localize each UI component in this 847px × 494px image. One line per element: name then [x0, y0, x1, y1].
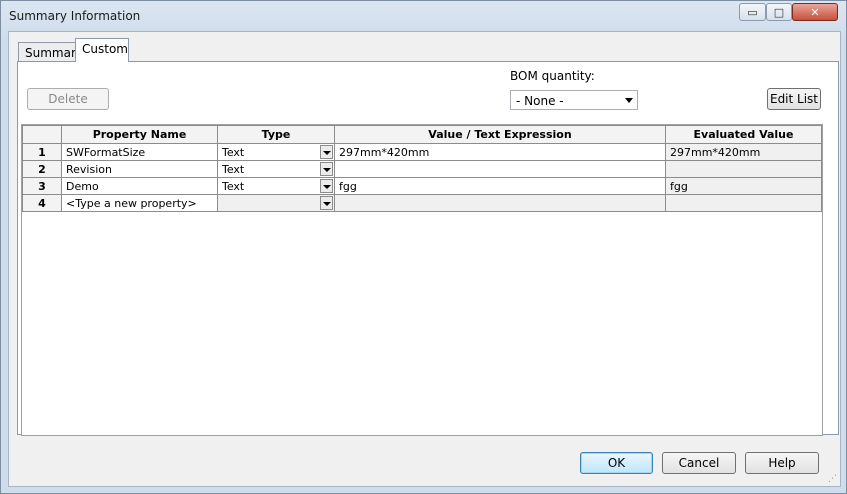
- properties-table: Property Name Type Value / Text Expressi…: [22, 125, 822, 212]
- bom-quantity-select[interactable]: - None -: [510, 90, 638, 110]
- type-cell[interactable]: Text: [217, 160, 335, 178]
- evaluated-value-cell: 297mm*420mm: [665, 143, 822, 161]
- property-name-cell[interactable]: Revision: [61, 160, 218, 178]
- type-dropdown-button[interactable]: [320, 145, 333, 159]
- row-number[interactable]: 4: [22, 194, 62, 212]
- type-cell[interactable]: Text: [217, 177, 335, 195]
- row-number[interactable]: 1: [22, 143, 62, 161]
- table-header-row: Property Name Type Value / Text Expressi…: [22, 125, 822, 144]
- type-dropdown-button[interactable]: [320, 196, 333, 210]
- column-header-evaluated-value: Evaluated Value: [665, 125, 822, 144]
- value-cell[interactable]: fgg: [334, 177, 666, 195]
- type-cell[interactable]: Text: [217, 143, 335, 161]
- cancel-button[interactable]: Cancel: [662, 452, 736, 474]
- type-value: Text: [222, 179, 245, 193]
- title-bar[interactable]: Summary Information ▭ □ ✕: [1, 1, 846, 29]
- evaluated-value-cell: [665, 160, 822, 178]
- evaluated-value-cell: fgg: [665, 177, 822, 195]
- type-value: Text: [222, 145, 245, 159]
- value-cell[interactable]: 297mm*420mm: [334, 143, 666, 161]
- column-header-row-number: [22, 125, 62, 144]
- table-row: 1 SWFormatSize Text 297mm*420mm 297mm*42…: [22, 143, 822, 161]
- tab-custom[interactable]: Custom: [75, 38, 129, 62]
- dialog-client-area: Summary Custom Delete BOM quantity: - No…: [8, 31, 841, 487]
- edit-list-button[interactable]: Edit List: [767, 88, 821, 110]
- table-row: 2 Revision Text: [22, 160, 822, 178]
- custom-tab-panel: Delete BOM quantity: - None - Edit List …: [17, 61, 839, 436]
- delete-button[interactable]: Delete: [27, 88, 109, 110]
- new-property-cell[interactable]: <Type a new property>: [61, 194, 218, 212]
- property-name-cell[interactable]: SWFormatSize: [61, 143, 218, 161]
- row-number[interactable]: 3: [22, 177, 62, 195]
- value-cell[interactable]: [334, 160, 666, 178]
- summary-information-dialog: Summary Information ▭ □ ✕ Summary Custom…: [0, 0, 847, 494]
- help-button[interactable]: Help: [745, 452, 819, 474]
- minimize-icon: ▭: [747, 5, 758, 19]
- row-number[interactable]: 2: [22, 160, 62, 178]
- close-icon: ✕: [810, 5, 820, 19]
- maximize-button[interactable]: □: [766, 3, 792, 21]
- ok-button[interactable]: OK: [580, 452, 653, 474]
- chevron-down-icon: [625, 98, 633, 103]
- column-header-value: Value / Text Expression: [334, 125, 666, 144]
- type-cell[interactable]: [217, 194, 335, 212]
- column-header-type: Type: [217, 125, 335, 144]
- column-header-property-name: Property Name: [61, 125, 218, 144]
- type-value: Text: [222, 162, 245, 176]
- evaluated-value-cell: [665, 194, 822, 212]
- type-dropdown-button[interactable]: [320, 162, 333, 176]
- custom-properties-grid: Property Name Type Value / Text Expressi…: [21, 124, 823, 436]
- maximize-icon: □: [773, 5, 785, 19]
- property-name-cell[interactable]: Demo: [61, 177, 218, 195]
- tab-summary[interactable]: Summary: [18, 42, 83, 62]
- bom-quantity-value: - None -: [516, 94, 564, 108]
- table-row: 3 Demo Text fgg fgg: [22, 177, 822, 195]
- window-title: Summary Information: [9, 9, 141, 23]
- bom-quantity-label: BOM quantity:: [510, 69, 595, 83]
- table-row: 4 <Type a new property>: [22, 194, 822, 212]
- resize-grip-icon[interactable]: ⋰: [828, 474, 838, 484]
- type-dropdown-button[interactable]: [320, 179, 333, 193]
- close-button[interactable]: ✕: [792, 3, 838, 21]
- value-cell[interactable]: [334, 194, 666, 212]
- minimize-button[interactable]: ▭: [739, 3, 766, 21]
